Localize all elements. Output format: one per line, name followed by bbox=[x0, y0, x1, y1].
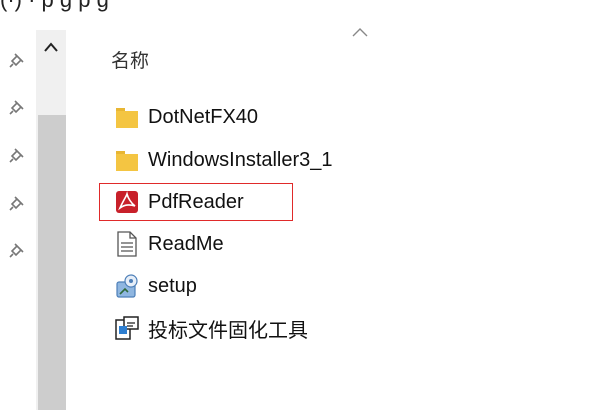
installer-app-icon bbox=[112, 313, 142, 343]
sort-ascending-icon bbox=[352, 28, 368, 37]
file-name: setup bbox=[148, 274, 197, 297]
folder-icon bbox=[112, 102, 142, 132]
pin-icon[interactable] bbox=[7, 50, 27, 70]
file-name: DotNetFX40 bbox=[148, 105, 259, 128]
column-header-name[interactable]: 名称 bbox=[111, 46, 149, 73]
file-name: PdfReader bbox=[148, 190, 244, 213]
list-item[interactable]: PdfReader bbox=[99, 183, 293, 221]
list-item[interactable]: WindowsInstaller3_1 bbox=[100, 142, 333, 178]
text-document-icon bbox=[112, 229, 142, 259]
pin-icon[interactable] bbox=[7, 240, 27, 260]
scroll-up-button[interactable] bbox=[36, 30, 66, 64]
folder-icon bbox=[112, 145, 142, 175]
chevron-up-icon bbox=[44, 42, 58, 52]
list-item[interactable]: 投标文件固化工具 bbox=[100, 310, 308, 346]
quick-access-pins bbox=[0, 0, 36, 410]
pin-icon[interactable] bbox=[7, 145, 27, 165]
setup-icon bbox=[112, 271, 142, 301]
file-name: WindowsInstaller3_1 bbox=[148, 148, 333, 171]
partial-address-text: (·) · p g p g bbox=[0, 0, 614, 13]
list-item[interactable]: setup bbox=[100, 268, 197, 304]
file-name: 投标文件固化工具 bbox=[148, 317, 308, 342]
file-name: ReadMe bbox=[148, 232, 224, 255]
list-item[interactable]: DotNetFX40 bbox=[100, 99, 258, 135]
pdf-app-icon bbox=[112, 187, 142, 217]
list-item[interactable]: ReadMe bbox=[100, 226, 224, 262]
scrollbar-thumb[interactable] bbox=[38, 115, 66, 410]
pin-icon[interactable] bbox=[7, 97, 27, 117]
pin-icon[interactable] bbox=[7, 193, 27, 213]
